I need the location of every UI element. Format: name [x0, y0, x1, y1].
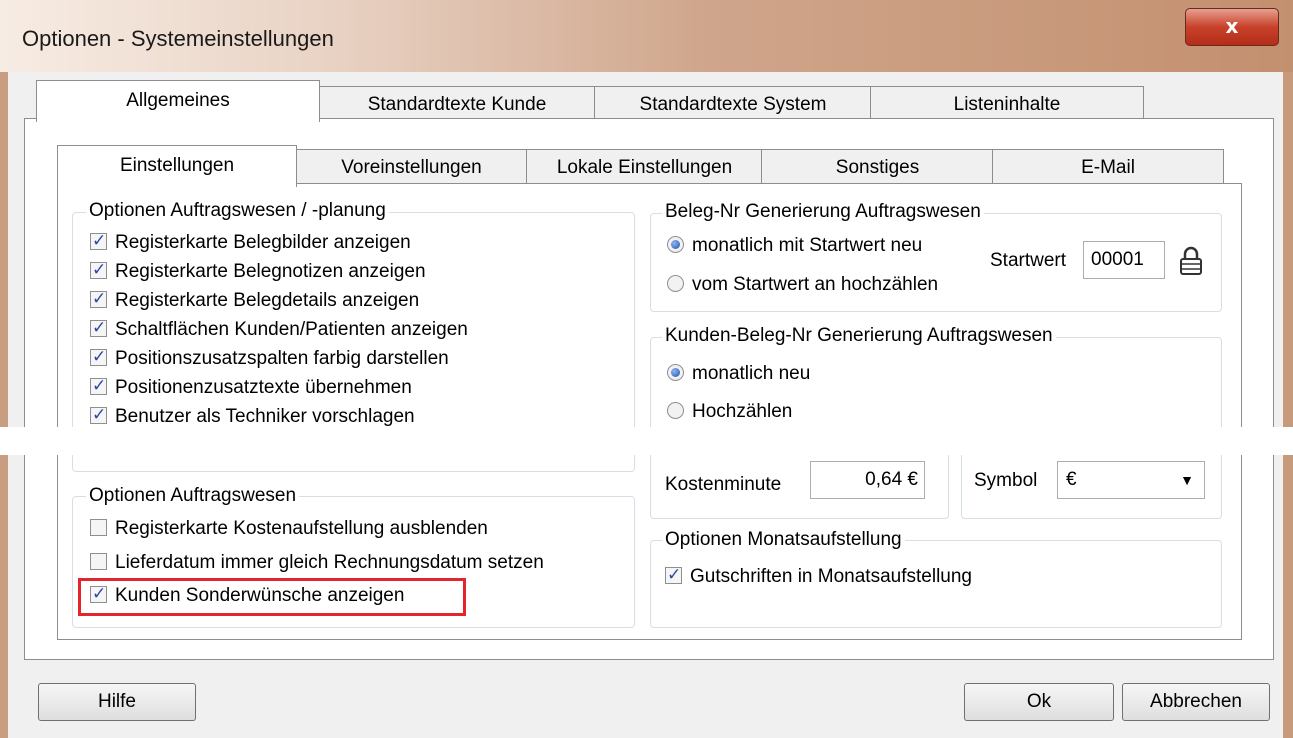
tab-standardtexte-kunde[interactable]: Standardtexte Kunde [318, 86, 596, 122]
checkbox-belegbilder[interactable]: Registerkarte Belegbilder anzeigen [90, 229, 411, 255]
checkbox-belegdetails[interactable]: Registerkarte Belegdetails anzeigen [90, 287, 419, 313]
radio-hochzaehlen-startwert[interactable]: vom Startwert an hochzählen [667, 273, 938, 297]
lock-icon[interactable] [1178, 245, 1204, 277]
window-frame-left [0, 72, 8, 738]
tab-email[interactable]: E-Mail [992, 149, 1224, 185]
options-dialog: Optionen - Systemeinstellungen x Allgeme… [0, 0, 1293, 738]
checkbox-icon[interactable] [665, 563, 682, 587]
group-beleg-nr-legend: Beleg-Nr Generierung Auftragswesen [662, 201, 984, 223]
checkbox-icon[interactable] [90, 519, 107, 536]
checkbox-lieferdatum[interactable]: Lieferdatum immer gleich Rechnungsdatum … [90, 551, 544, 575]
radio-icon[interactable] [667, 402, 684, 419]
checkbox-icon[interactable] [90, 287, 107, 311]
cancel-button[interactable]: Abbrechen [1122, 683, 1270, 721]
checkbox-icon[interactable] [90, 374, 107, 398]
ok-button[interactable]: Ok [964, 683, 1114, 721]
radio-monatlich-neu[interactable]: monatlich neu [667, 362, 810, 386]
startwert-input[interactable]: 00001 [1083, 241, 1165, 279]
group-auftragswesen-planung-legend: Optionen Auftragswesen / -planung [86, 200, 389, 222]
tab-standardtexte-system[interactable]: Standardtexte System [594, 86, 872, 122]
tab-sonstiges[interactable]: Sonstiges [761, 149, 994, 185]
checkbox-farbig[interactable]: Positionszusatzspalten farbig darstellen [90, 345, 449, 371]
checkbox-belegnotizen[interactable]: Registerkarte Belegnotizen anzeigen [90, 258, 426, 284]
checkbox-icon[interactable] [90, 345, 107, 369]
radio-icon[interactable] [667, 275, 684, 292]
checkbox-icon[interactable] [90, 553, 107, 570]
radio-hochzaehlen[interactable]: Hochzählen [667, 400, 792, 424]
radio-monatlich-startwert[interactable]: monatlich mit Startwert neu [667, 234, 922, 258]
checkbox-icon[interactable] [90, 316, 107, 340]
chevron-down-icon[interactable]: ▼ [1180, 462, 1194, 498]
window-frame-right [1283, 72, 1293, 738]
radio-icon[interactable] [667, 236, 684, 253]
checkbox-zusatztexte[interactable]: Positionenzusatztexte übernehmen [90, 374, 412, 400]
group-monatsaufstellung-legend: Optionen Monatsaufstellung [662, 529, 905, 551]
kostenminute-input[interactable]: 0,64 € [810, 461, 925, 499]
symbol-label: Symbol [974, 470, 1038, 491]
group-kunden-beleg-nr-legend: Kunden-Beleg-Nr Generierung Auftragswese… [662, 325, 1056, 347]
tab-listeninhalte[interactable]: Listeninhalte [870, 86, 1144, 122]
startwert-label: Startwert [990, 250, 1067, 271]
tab-voreinstellungen[interactable]: Voreinstellungen [295, 149, 528, 185]
title-bar[interactable]: Optionen - Systemeinstellungen x [0, 0, 1293, 72]
highlight-box [78, 578, 466, 616]
window-title: Optionen - Systemeinstellungen [22, 26, 334, 51]
tab-lokale-einstellungen[interactable]: Lokale Einstellungen [526, 149, 763, 185]
checkbox-icon[interactable] [90, 258, 107, 282]
kostenminute-label: Kostenminute [665, 474, 782, 495]
checkbox-icon[interactable] [90, 403, 107, 427]
screenshot-gap [0, 427, 1293, 455]
group-auftragswesen-legend: Optionen Auftragswesen [86, 485, 300, 507]
checkbox-icon[interactable] [90, 229, 107, 253]
radio-icon[interactable] [667, 364, 684, 381]
checkbox-kunden-patienten[interactable]: Schaltflächen Kunden/Patienten anzeigen [90, 316, 468, 342]
checkbox-kostenaufstellung[interactable]: Registerkarte Kostenaufstellung ausblend… [90, 517, 488, 541]
checkbox-techniker[interactable]: Benutzer als Techniker vorschlagen [90, 403, 415, 429]
symbol-select[interactable]: € ▼ [1057, 461, 1205, 499]
tab-allgemeines[interactable]: Allgemeines [36, 80, 320, 122]
checkbox-gutschriften[interactable]: Gutschriften in Monatsaufstellung [665, 563, 972, 589]
help-button[interactable]: Hilfe [38, 683, 196, 721]
tab-einstellungen[interactable]: Einstellungen [57, 145, 297, 187]
close-button[interactable]: x [1185, 8, 1279, 46]
